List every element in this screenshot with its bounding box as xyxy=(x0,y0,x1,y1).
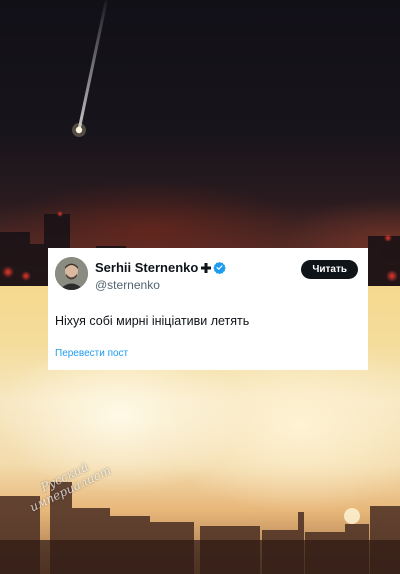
verified-icon xyxy=(213,261,227,277)
follow-button[interactable]: Читать xyxy=(301,260,358,279)
tweet-card[interactable]: Serhii Sternenko @sternenko Читать Ніхуя… xyxy=(48,248,368,370)
translate-post-link[interactable]: Перевести пост xyxy=(55,348,128,359)
author-name[interactable]: Serhii Sternenko xyxy=(95,260,198,275)
tweet-text: Ніхуя собі мирні ініціативи летять xyxy=(55,314,250,328)
night-sky-photo xyxy=(0,0,400,290)
avatar[interactable] xyxy=(55,257,88,290)
night-sky-illustration xyxy=(0,0,400,290)
author-handle[interactable]: @sternenko xyxy=(95,278,160,292)
cross-icon xyxy=(201,261,212,276)
author-name-row: Serhii Sternenko xyxy=(95,260,227,277)
missile-trail xyxy=(77,0,108,132)
